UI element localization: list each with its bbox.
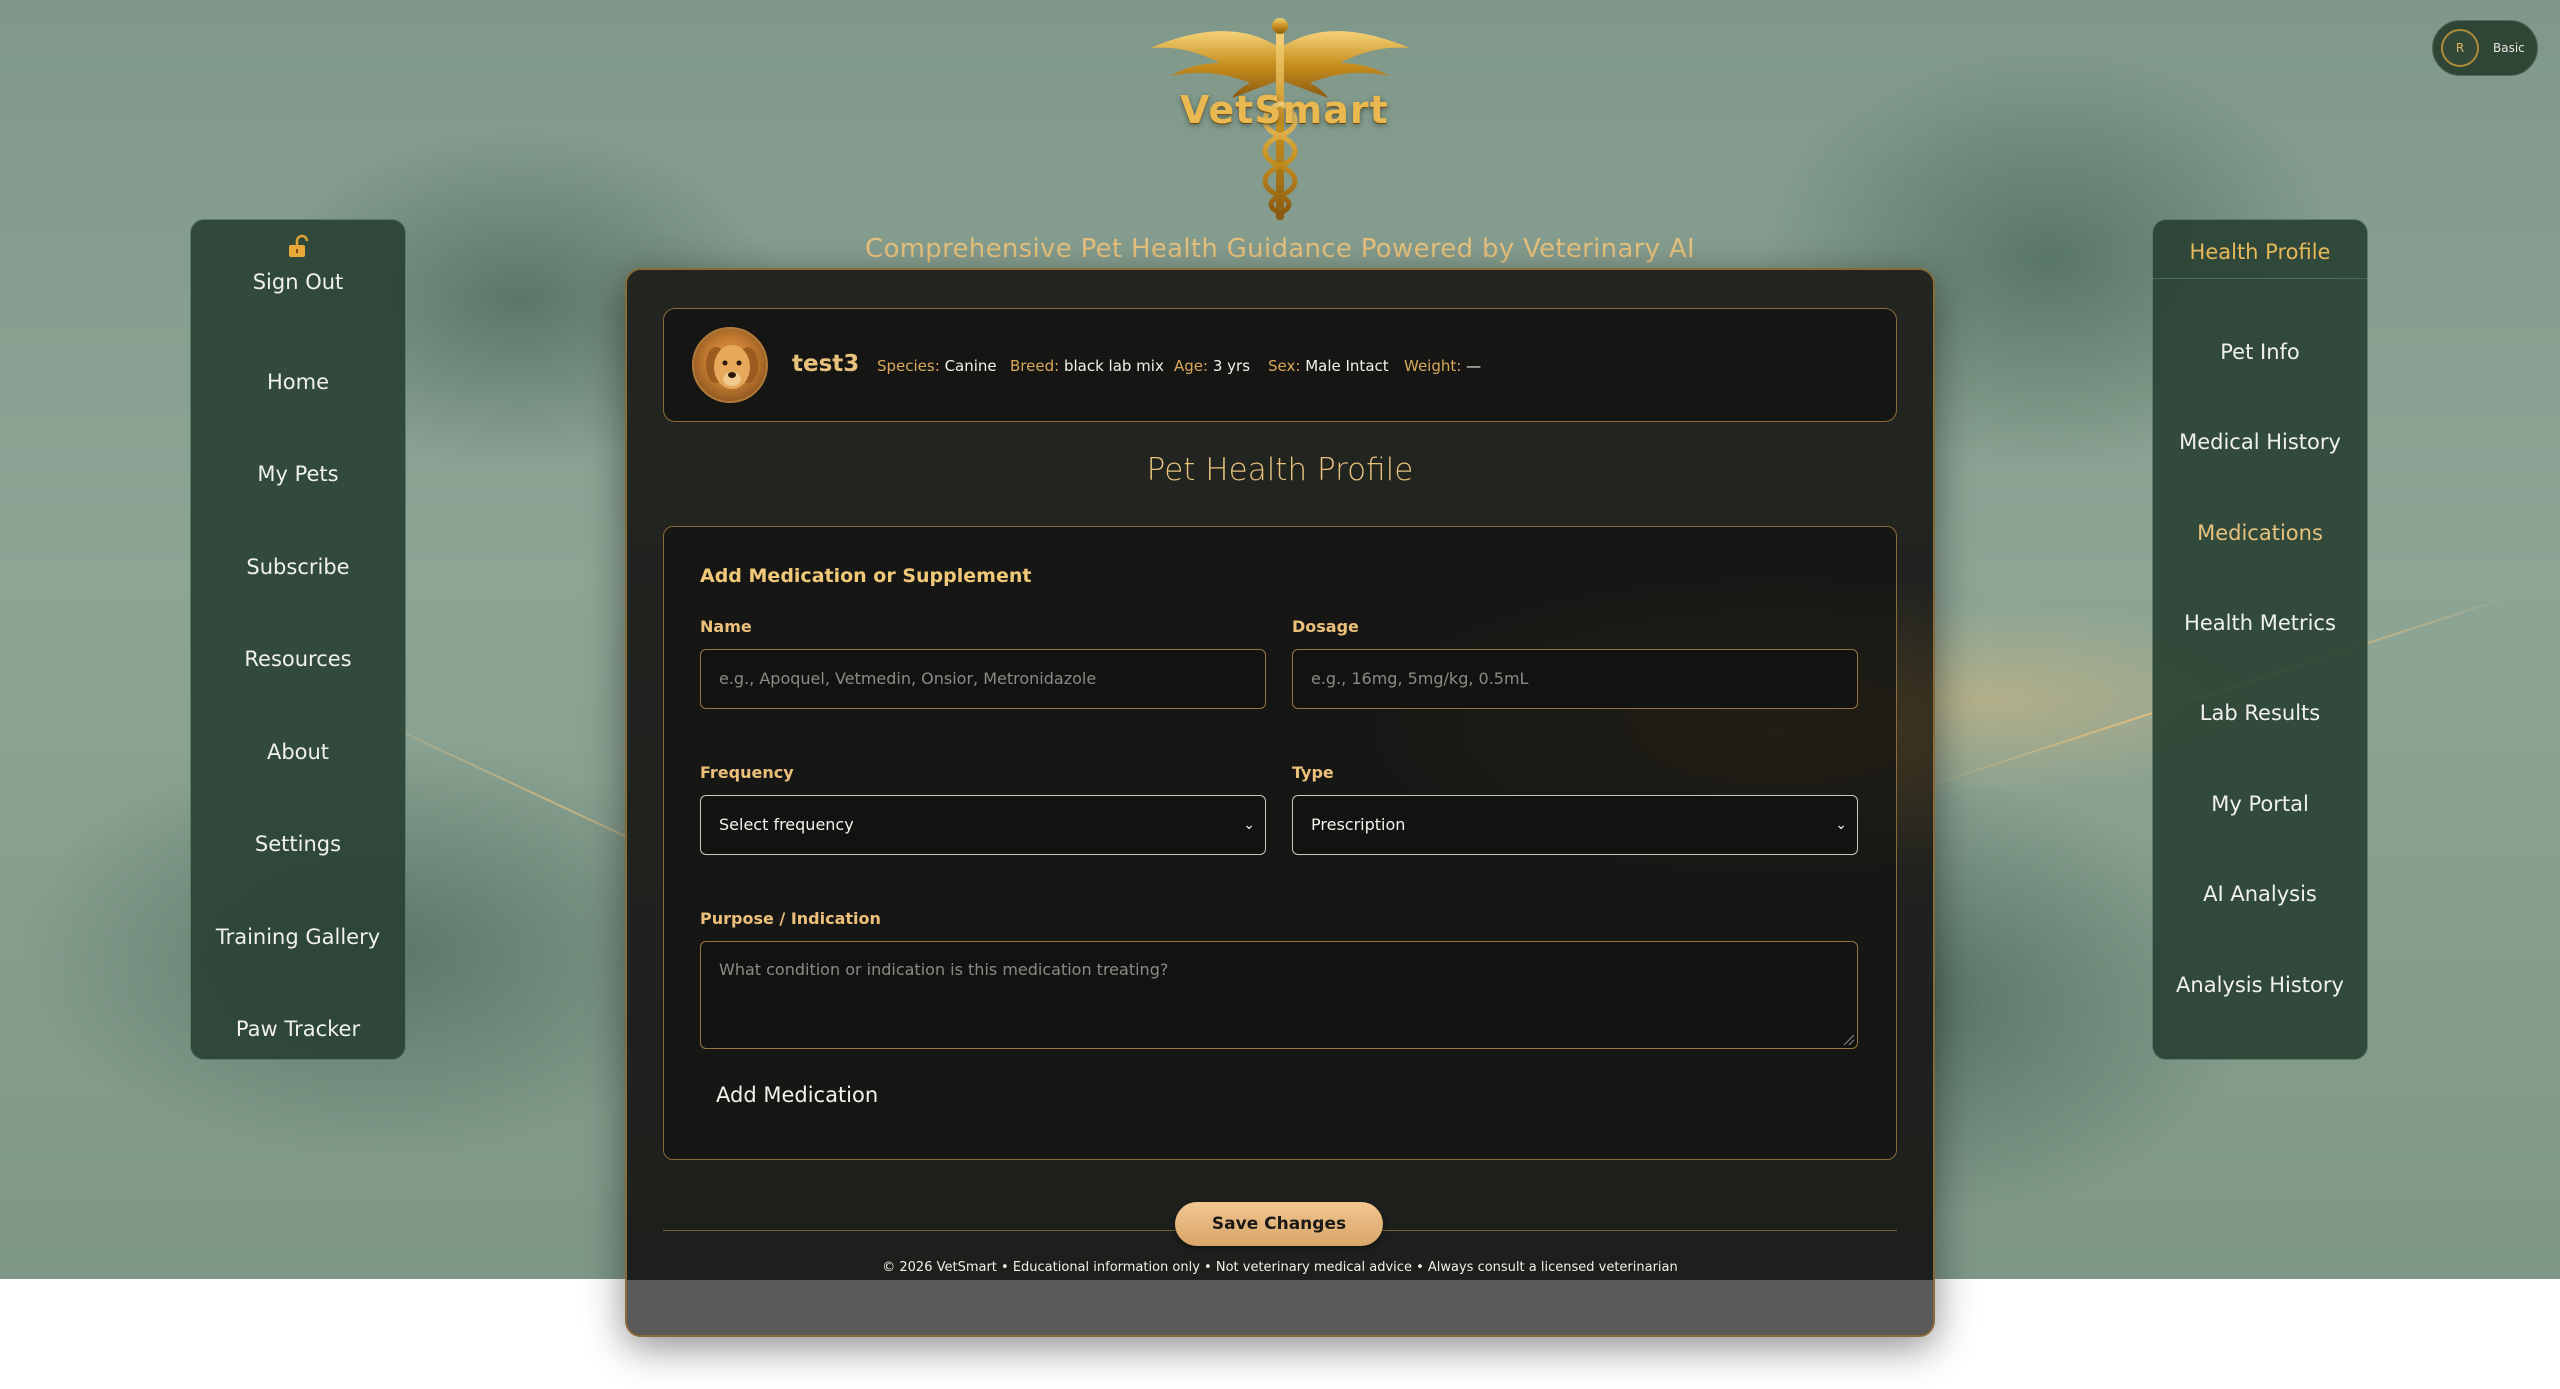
save-changes-button[interactable]: Save Changes <box>1175 1202 1383 1246</box>
type-value: Prescription <box>1311 815 1406 834</box>
type-label: Type <box>1292 763 1334 782</box>
tagline: Comprehensive Pet Health Guidance Powere… <box>865 234 1695 264</box>
dosage-label: Dosage <box>1292 617 1359 636</box>
pet-breed: Breed: black lab mix <box>1010 357 1164 375</box>
panel-bottom-band <box>627 1280 1933 1335</box>
tab-health-metrics[interactable]: Health Metrics <box>2153 611 2367 635</box>
health-profile-header[interactable]: Health Profile <box>2153 220 2367 279</box>
tab-medical-history[interactable]: Medical History <box>2153 430 2367 454</box>
pet-summary-card: test3 Species: Canine Breed: black lab m… <box>663 308 1897 422</box>
name-label: Name <box>700 617 752 636</box>
page-title: Pet Health Profile <box>1146 452 1414 488</box>
purpose-placeholder: What condition or indication is this med… <box>719 960 1169 979</box>
main-panel: test3 Species: Canine Breed: black lab m… <box>625 268 1935 1337</box>
sign-out-link[interactable]: Sign Out <box>191 270 405 294</box>
brand-name: VetSmart <box>1180 88 1389 132</box>
tab-analysis-history[interactable]: Analysis History <box>2153 973 2367 997</box>
dog-photo-icon <box>706 345 758 389</box>
frequency-select[interactable]: Select frequency ⌄ <box>700 795 1266 855</box>
sidebar-item-about[interactable]: About <box>191 740 405 764</box>
tab-medications[interactable]: Medications <box>2153 521 2367 545</box>
purpose-label: Purpose / Indication <box>700 909 881 928</box>
tab-ai-analysis[interactable]: AI Analysis <box>2153 882 2367 906</box>
plan-badge: Basic <box>2493 41 2525 55</box>
sidebar-item-paw-tracker[interactable]: Paw Tracker <box>191 1017 405 1041</box>
sidebar-item-settings[interactable]: Settings <box>191 832 405 856</box>
purpose-textarea[interactable]: What condition or indication is this med… <box>700 941 1858 1049</box>
add-medication-form: Add Medication or Supplement Name e.g., … <box>663 526 1897 1160</box>
type-select[interactable]: Prescription ⌄ <box>1292 795 1858 855</box>
footer-disclaimer: © 2026 VetSmart • Educational informatio… <box>882 1260 1678 1275</box>
right-sidebar: Health Profile Pet Info Medical History … <box>2152 219 2368 1060</box>
chevron-down-icon: ⌄ <box>1835 817 1847 833</box>
unlock-icon <box>289 234 309 257</box>
pet-sex: Sex: Male Intact <box>1268 357 1389 375</box>
pet-weight: Weight: — <box>1404 357 1482 375</box>
frequency-label: Frequency <box>700 763 794 782</box>
sidebar-item-subscribe[interactable]: Subscribe <box>191 555 405 579</box>
pet-age: Age: 3 yrs <box>1174 357 1251 375</box>
add-medication-button[interactable]: Add Medication <box>716 1083 878 1107</box>
pet-avatar <box>692 327 768 403</box>
sidebar-item-training-gallery[interactable]: Training Gallery <box>191 925 405 949</box>
pet-name: test3 <box>792 351 860 377</box>
resize-handle[interactable] <box>1844 1035 1854 1045</box>
tab-my-portal[interactable]: My Portal <box>2153 792 2367 816</box>
sidebar-item-resources[interactable]: Resources <box>191 647 405 671</box>
left-sidebar: Sign Out Home My Pets Subscribe Resource… <box>190 219 406 1060</box>
dosage-input[interactable]: e.g., 16mg, 5mg/kg, 0.5mL <box>1292 649 1858 709</box>
avatar: R <box>2441 29 2479 67</box>
sidebar-item-home[interactable]: Home <box>191 370 405 394</box>
account-menu[interactable]: R Basic <box>2432 20 2538 76</box>
pet-species: Species: Canine <box>877 357 997 375</box>
frequency-value: Select frequency <box>719 815 854 834</box>
medication-name-input[interactable]: e.g., Apoquel, Vetmedin, Onsior, Metroni… <box>700 649 1266 709</box>
tab-lab-results[interactable]: Lab Results <box>2153 701 2367 725</box>
tab-pet-info[interactable]: Pet Info <box>2153 340 2367 364</box>
form-title: Add Medication or Supplement <box>700 565 1032 587</box>
sidebar-item-my-pets[interactable]: My Pets <box>191 462 405 486</box>
chevron-down-icon: ⌄ <box>1243 817 1255 833</box>
